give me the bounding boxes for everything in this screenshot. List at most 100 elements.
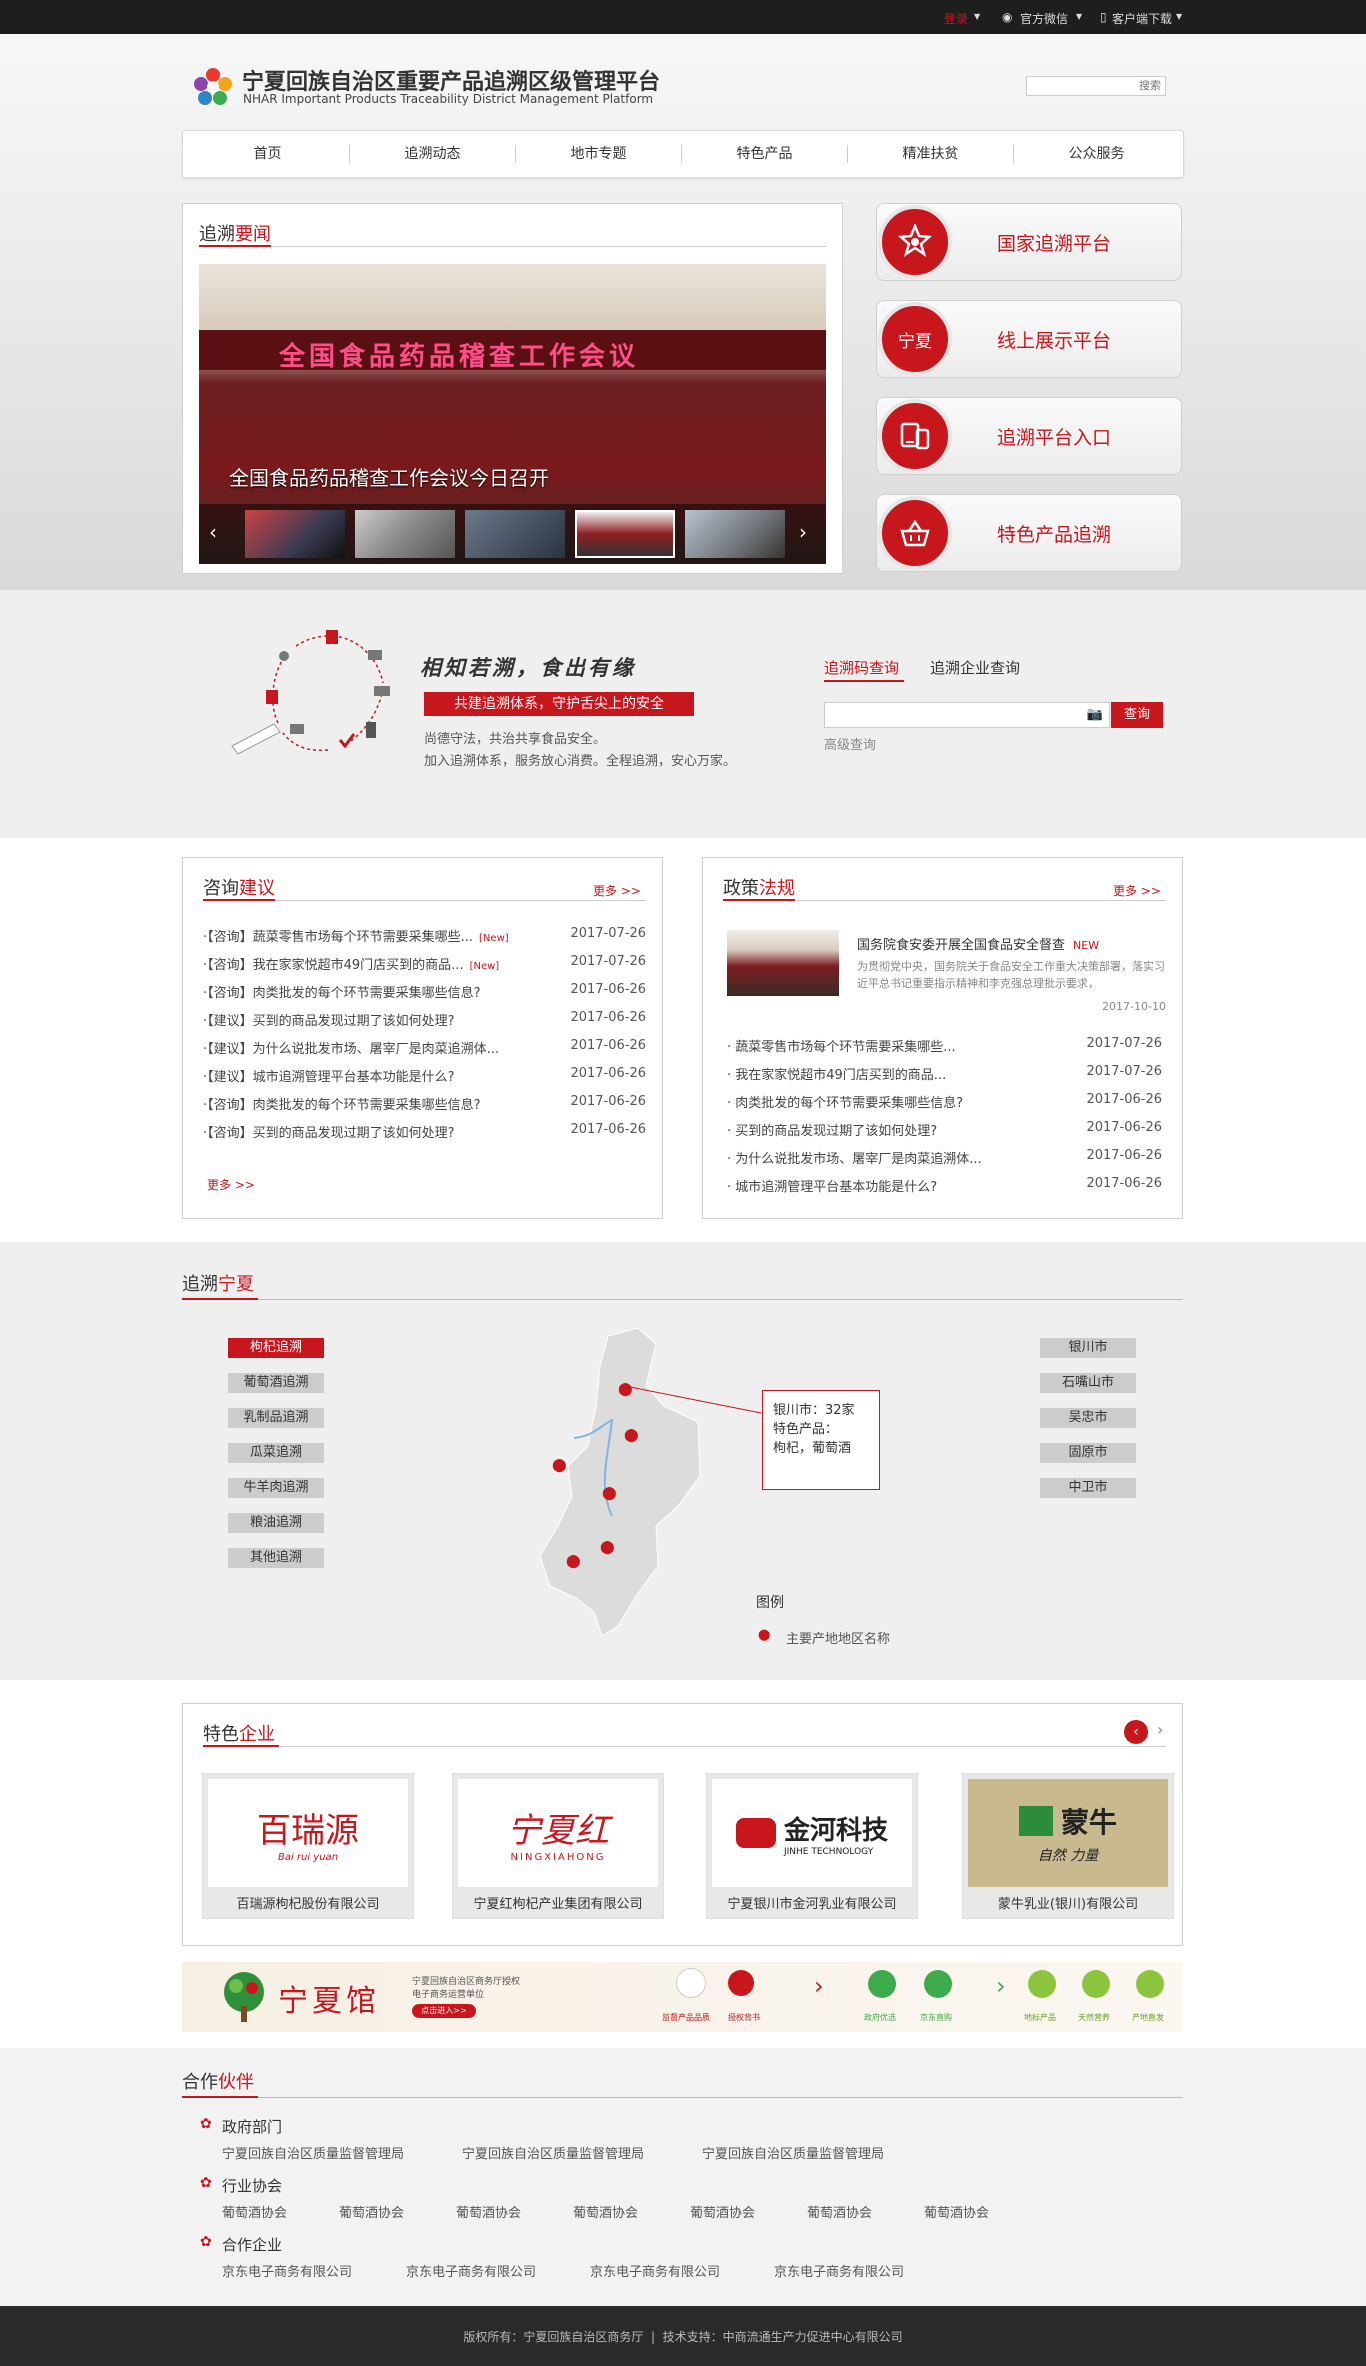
partner-link[interactable]: 京东电子商务有限公司 xyxy=(774,2261,904,2280)
quick-link-online-showcase[interactable]: 宁夏 线上展示平台 xyxy=(876,300,1182,378)
ningxia-map[interactable]: ⬤ ⬤ ⬤ ⬤ ⬤ ⬤ xyxy=(538,1326,708,1646)
list-item[interactable]: · 蔬菜零售市场每个环节需要采集哪些... 2017-07-26 xyxy=(727,1036,1162,1064)
tooltip-line: 银川市：32家 xyxy=(773,1403,855,1418)
login-link[interactable]: 登录 xyxy=(944,10,968,27)
slide-thumbnail[interactable] xyxy=(685,510,785,558)
consult-title-accent xyxy=(203,899,275,901)
city-zhongwei[interactable]: 中卫市 xyxy=(1040,1478,1136,1498)
category-goji[interactable]: 枸杞追溯 xyxy=(228,1338,324,1358)
quick-link-trace-entry[interactable]: 追溯平台入口 xyxy=(876,397,1182,475)
ningxia-pavilion-banner[interactable]: 宁夏馆 宁夏回族自治区商务厅授权 电子商务运营单位 点击进入>> › › 监督产… xyxy=(182,1962,1183,2032)
policy-featured-image[interactable] xyxy=(727,930,839,996)
top-bar: 登录 ▼ ◉ 官方微信 ▼ ▯ 客户端下载 ▼ xyxy=(0,0,1366,34)
policy-featured-title[interactable]: 国务院食安委开展全国食品安全督查 NEW xyxy=(857,934,1099,953)
quick-link-featured-trace[interactable]: 特色产品追溯 xyxy=(876,494,1182,572)
nav-item-home[interactable]: 首页 xyxy=(185,131,350,177)
nav-item-poverty-relief[interactable]: 精准扶贫 xyxy=(848,131,1013,177)
quick-link-label: 特色产品追溯 xyxy=(997,524,1112,546)
query-button[interactable]: 查询 xyxy=(1111,702,1163,728)
slide-caption[interactable]: 全国食品药品稽查工作会议今日召开 xyxy=(229,462,549,491)
list-item[interactable]: ·【咨询】肉类批发的每个环节需要采集哪些信息? 2017-06-26 xyxy=(203,1094,646,1122)
slide-thumbnail[interactable] xyxy=(465,510,565,558)
enterprises-next-button[interactable]: › xyxy=(1157,1720,1163,1739)
enterprise-card[interactable]: 宁夏红 NINGXIAHONG 宁夏红枸杞产业集团有限公司 xyxy=(452,1773,664,1919)
category-melon-veg[interactable]: 瓜菜追溯 xyxy=(228,1443,324,1463)
slide-thumbnail-active[interactable] xyxy=(575,510,675,558)
list-item[interactable]: ·【咨询】蔬菜零售市场每个环节需要采集哪些... [New] 2017-07-26 xyxy=(203,926,646,954)
partner-link[interactable]: 葡萄酒协会 xyxy=(807,2202,872,2221)
tooltip-line: 枸杞，葡萄酒 xyxy=(773,1441,852,1456)
partner-link[interactable]: 京东电子商务有限公司 xyxy=(406,2261,536,2280)
partner-link[interactable]: 京东电子商务有限公司 xyxy=(590,2261,720,2280)
partner-link[interactable]: 葡萄酒协会 xyxy=(339,2202,404,2221)
map-pin-icon[interactable]: ⬤ xyxy=(602,1486,617,1501)
footer: 版权所有：宁夏回族自治区商务厅 | 技术支持：中商流通生产力促进中心有限公司 xyxy=(0,2306,1366,2366)
tab-trace-company-query[interactable]: 追溯企业查询 xyxy=(930,657,1020,678)
nav-item-featured-products[interactable]: 特色产品 xyxy=(682,131,847,177)
map-pin-icon[interactable]: ⬤ xyxy=(552,1458,567,1473)
nav-item-trace-news[interactable]: 追溯动态 xyxy=(350,131,515,177)
partner-link[interactable]: 葡萄酒协会 xyxy=(573,2202,638,2221)
category-other[interactable]: 其他追溯 xyxy=(228,1548,324,1568)
city-wuzhong[interactable]: 吴忠市 xyxy=(1040,1408,1136,1428)
map-pin-icon[interactable]: ⬤ xyxy=(566,1554,581,1569)
partner-link[interactable]: 京东电子商务有限公司 xyxy=(222,2261,352,2280)
list-item[interactable]: · 买到的商品发现过期了该如何处理? 2017-06-26 xyxy=(727,1120,1162,1148)
quick-link-national-platform[interactable]: 国家追溯平台 xyxy=(876,203,1182,281)
trace-code-input[interactable]: 📷 xyxy=(824,702,1110,728)
slide-prev-icon[interactable]: ‹ xyxy=(209,520,217,544)
city-shizuishan[interactable]: 石嘴山市 xyxy=(1040,1373,1136,1393)
caret-down-icon: ▼ xyxy=(1076,12,1083,21)
city-guyuan[interactable]: 固原市 xyxy=(1040,1443,1136,1463)
news-slideshow[interactable]: 全国食品药品稽查工作会议 全国食品药品稽查工作会议今日召开 ‹ › xyxy=(199,264,826,564)
list-item[interactable]: · 城市追溯管理平台基本功能是什么? 2017-06-26 xyxy=(727,1176,1162,1204)
tab-trace-code-query[interactable]: 追溯码查询 xyxy=(824,657,899,678)
pavilion-enter-button[interactable]: 点击进入>> xyxy=(412,2004,476,2018)
map-pin-icon[interactable]: ⬤ xyxy=(624,1428,639,1443)
nav-item-city-topics[interactable]: 地市专题 xyxy=(516,131,681,177)
consult-panel: 咨询建议 更多 >> ·【咨询】蔬菜零售市场每个环节需要采集哪些... [New]… xyxy=(182,857,663,1219)
list-item[interactable]: · 我在家家悦超市49门店买到的商品... 2017-07-26 xyxy=(727,1064,1162,1092)
enterprises-prev-button[interactable]: ‹ xyxy=(1124,1720,1148,1744)
category-beef-mutton[interactable]: 牛羊肉追溯 xyxy=(228,1478,324,1498)
list-item[interactable]: ·【建议】买到的商品发现过期了该如何处理? 2017-06-26 xyxy=(203,1010,646,1038)
enterprise-card[interactable]: 蒙牛 自然 力量 蒙牛乳业(银川)有限公司 xyxy=(962,1773,1174,1919)
partner-link[interactable]: 葡萄酒协会 xyxy=(222,2202,287,2221)
list-item[interactable]: ·【建议】为什么说批发市场、屠宰厂是肉菜追溯体... 2017-06-26 xyxy=(203,1038,646,1066)
site-logo-icon[interactable] xyxy=(192,66,234,108)
consult-more-link[interactable]: 更多 >> xyxy=(593,882,641,899)
map-pin-icon[interactable]: ⬤ xyxy=(600,1540,615,1555)
download-link[interactable]: 客户端下载 xyxy=(1112,10,1172,27)
city-yinchuan[interactable]: 银川市 xyxy=(1040,1338,1136,1358)
list-item[interactable]: ·【咨询】肉类批发的每个环节需要采集哪些信息? 2017-06-26 xyxy=(203,982,646,1010)
category-wine[interactable]: 葡萄酒追溯 xyxy=(228,1373,324,1393)
logo-subtext: NINGXIAHONG xyxy=(510,1852,606,1863)
slide-thumbnail[interactable] xyxy=(355,510,455,558)
policy-more-link[interactable]: 更多 >> xyxy=(1113,882,1161,899)
list-item[interactable]: ·【咨询】我在家家悦超市49门店买到的商品... [New] 2017-07-26 xyxy=(203,954,646,982)
site-subtitle: NHAR Important Products Traceability Dis… xyxy=(243,92,654,106)
list-item[interactable]: ·【建议】城市追溯管理平台基本功能是什么? 2017-06-26 xyxy=(203,1066,646,1094)
partner-link[interactable]: 葡萄酒协会 xyxy=(690,2202,755,2221)
list-item[interactable]: ·【咨询】买到的商品发现过期了该如何处理? 2017-06-26 xyxy=(203,1122,646,1150)
wechat-link[interactable]: 官方微信 xyxy=(1020,10,1068,27)
advanced-query-link[interactable]: 高级查询 xyxy=(824,734,876,753)
mengniu-badge-icon xyxy=(1018,1806,1053,1836)
slide-next-icon[interactable]: › xyxy=(799,520,807,544)
search-input[interactable] xyxy=(1026,76,1166,96)
camera-icon[interactable]: 📷 xyxy=(1087,707,1103,722)
enterprise-card[interactable]: 金河科技 JINHE TECHNOLOGY 宁夏银川市金河乳业有限公司 xyxy=(706,1773,918,1919)
partner-link[interactable]: 宁夏回族自治区质量监督管理局 xyxy=(222,2143,404,2162)
list-item[interactable]: · 肉类批发的每个环节需要采集哪些信息? 2017-06-26 xyxy=(727,1092,1162,1120)
nav-item-public-services[interactable]: 公众服务 xyxy=(1014,131,1179,177)
partner-link[interactable]: 葡萄酒协会 xyxy=(924,2202,989,2221)
partner-link[interactable]: 宁夏回族自治区质量监督管理局 xyxy=(462,2143,644,2162)
consult-more-bottom-link[interactable]: 更多 >> xyxy=(207,1176,255,1193)
category-grain-oil[interactable]: 粮油追溯 xyxy=(228,1513,324,1533)
enterprise-card[interactable]: 百瑞源 Bai rui yuan 百瑞源枸杞股份有限公司 xyxy=(202,1773,414,1919)
list-item[interactable]: · 为什么说批发市场、屠宰厂是肉菜追溯体... 2017-06-26 xyxy=(727,1148,1162,1176)
slide-thumbnail[interactable] xyxy=(245,510,345,558)
partner-link[interactable]: 葡萄酒协会 xyxy=(456,2202,521,2221)
category-dairy[interactable]: 乳制品追溯 xyxy=(228,1408,324,1428)
partner-link[interactable]: 宁夏回族自治区质量监督管理局 xyxy=(702,2143,884,2162)
